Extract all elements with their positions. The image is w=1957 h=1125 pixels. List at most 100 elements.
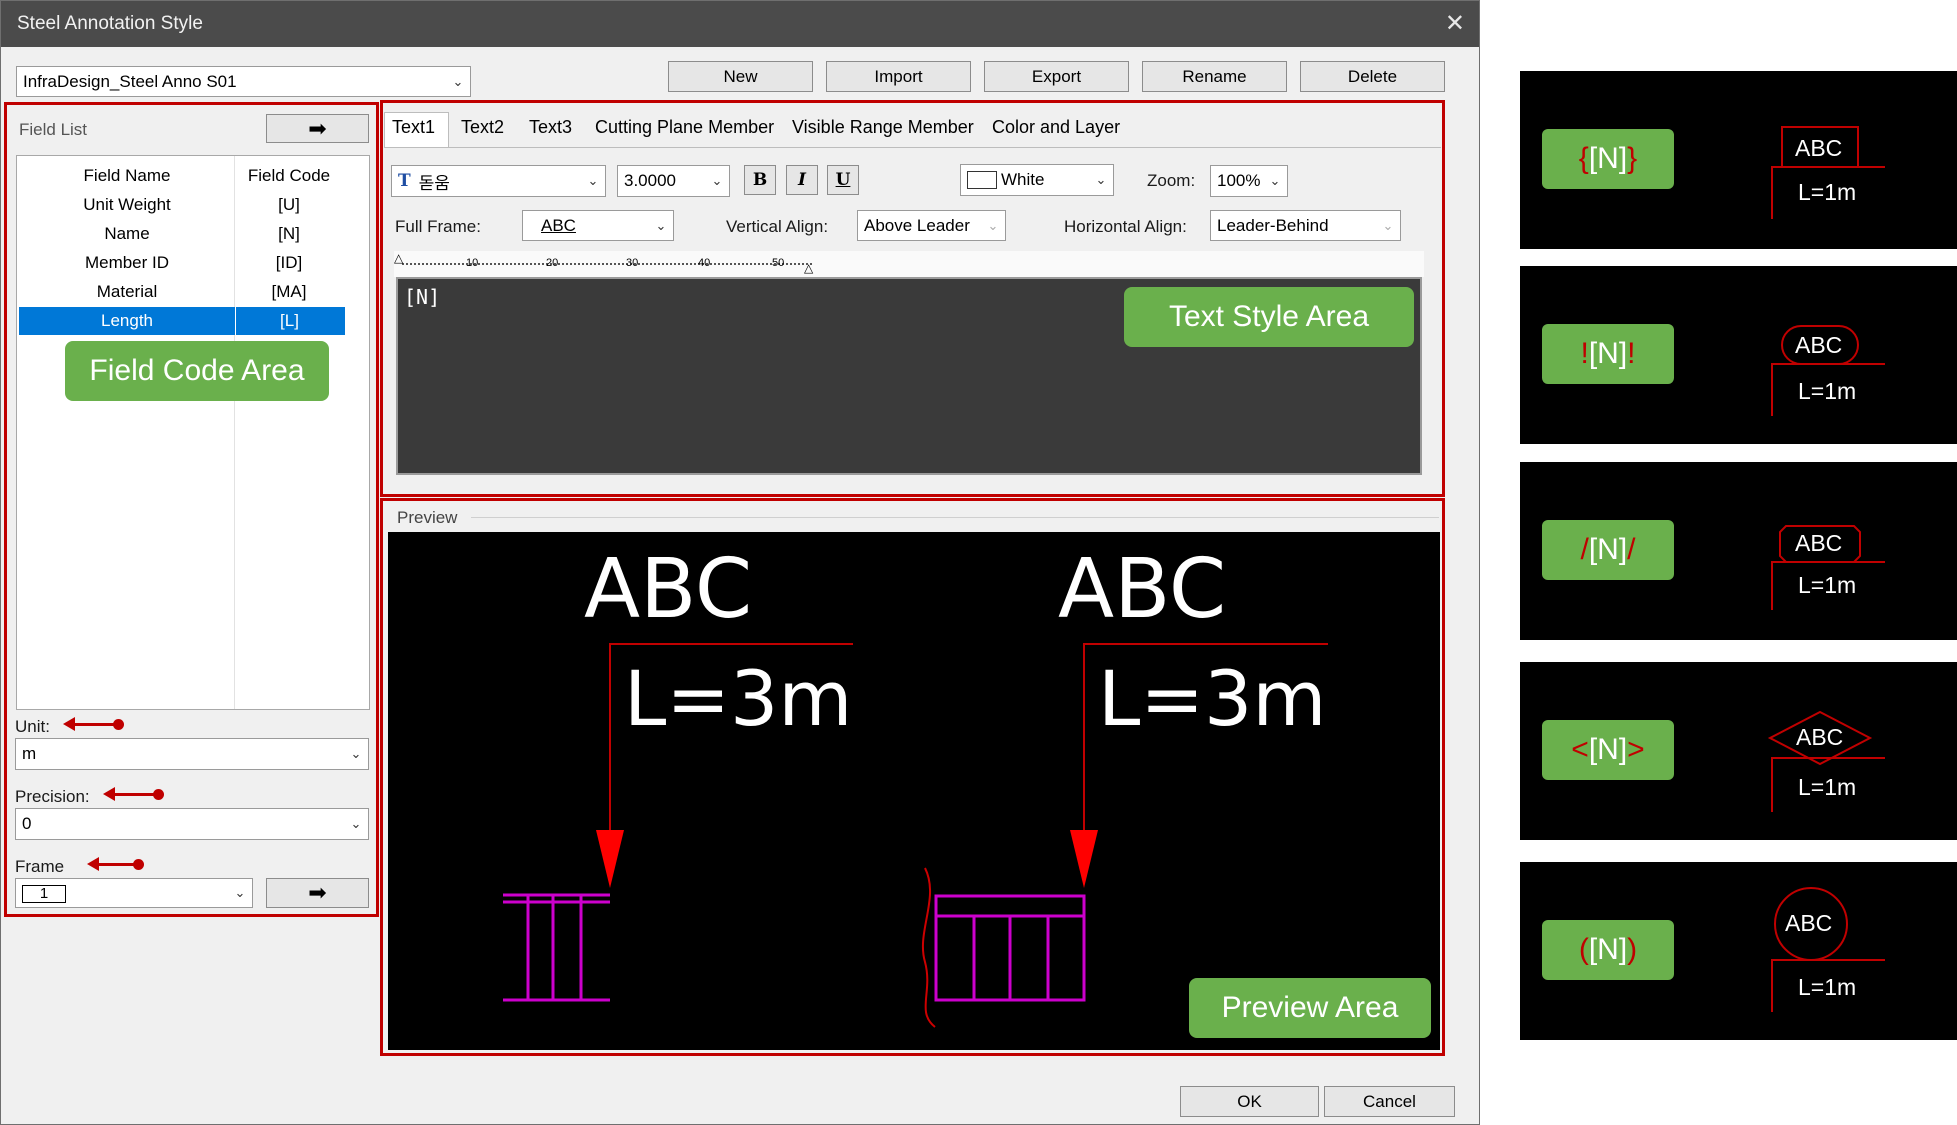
field-code-cell: [MA] [271,282,307,301]
ruler-mark: 10 [466,257,479,269]
grating-section [934,894,1086,1002]
frame-select[interactable]: 1 ⌄ [15,878,253,908]
ruler-right-marker[interactable]: △ [804,261,813,275]
chevron-down-icon: ⌄ [587,173,599,188]
field-list-header: Field Name Field Code [19,162,345,190]
ruler-mark: 50 [772,257,785,269]
sample-frame-diamond-drawing [1767,710,1885,812]
field-code-area-callout: Field Code Area [65,341,329,401]
preview-left-bottom: L=3m [624,654,853,743]
truetype-font-icon: T [398,171,411,191]
ruler[interactable]: △ 10 20 30 40 50 △ [394,251,1424,277]
field-name-cell: Name [104,224,150,243]
leader-arrowhead-right [1070,830,1098,888]
unit-value: m [22,744,37,763]
font-select[interactable]: T 돋움 ⌄ [391,165,606,197]
title-bar: Steel Annotation Style ✕ [1,1,1479,47]
cancel-button[interactable]: Cancel [1324,1086,1455,1117]
precision-pointer-arrow [103,787,164,801]
tab-color-and-layer[interactable]: Color and Layer [992,117,1120,138]
horizontal-align-select[interactable]: Leader-Behind ⌄ [1210,210,1401,241]
text-style-area-callout: Text Style Area [1124,287,1414,347]
tab-text3[interactable]: Text3 [529,117,572,138]
text-size-select[interactable]: 3.0000 ⌄ [617,165,730,197]
rename-button[interactable]: Rename [1142,61,1287,92]
frame-label: Frame [15,857,65,876]
field-code-cell: [U] [278,195,300,214]
frame-apply-arrow-button[interactable]: ➡ [266,878,369,908]
italic-button[interactable]: I [786,165,818,195]
sample-top-text: ABC [1795,332,1843,358]
color-select[interactable]: White ⌄ [960,164,1114,196]
arrow-right-icon: ➡ [308,880,327,905]
frame-sample-rectangle: {[N]} ABC L=1m [1520,71,1957,249]
close-icon[interactable]: ✕ [1445,9,1465,38]
zoom-select[interactable]: 100% ⌄ [1210,165,1288,197]
tab-divider [384,147,1441,148]
chevron-down-icon: ⌄ [350,816,362,831]
vertical-align-label: Vertical Align: [726,217,829,236]
horizontal-align-label: Horizontal Align: [1064,217,1187,236]
steel-annotation-dialog: Steel Annotation Style ✕ InfraDesign_Ste… [0,0,1480,1125]
sample-bottom-text: L=1m [1798,774,1857,800]
ruler-mark: 30 [626,257,639,269]
precision-select[interactable]: 0 ⌄ [15,808,369,840]
delete-button[interactable]: Delete [1300,61,1445,92]
table-row-selected[interactable]: Length [L] [19,307,345,335]
table-row[interactable]: Unit Weight [U] [19,191,345,219]
ok-button[interactable]: OK [1180,1086,1319,1117]
table-row[interactable]: Material [MA] [19,278,345,306]
arrow-right-icon: ➡ [308,115,327,141]
unit-select[interactable]: m ⌄ [15,738,369,770]
color-value: White [1001,170,1045,189]
preview-right-top: ABC [1058,542,1227,637]
table-row[interactable]: Member ID [ID] [19,249,345,277]
i-beam-section [503,893,610,1002]
field-code-cell: [L] [235,307,343,335]
tab-cutting-plane-member[interactable]: Cutting Plane Member [595,117,774,138]
tab-text2[interactable]: Text2 [461,117,504,138]
frame-pointer-arrow [87,857,144,871]
leader-arrowhead-left [596,830,624,888]
tab-visible-range-member[interactable]: Visible Range Member [792,117,974,138]
precision-value: 0 [22,814,32,833]
sample-frame-chamfered-drawing [1771,525,1885,610]
field-list-table[interactable]: Field Name Field Code Unit Weight [U] Na… [16,155,370,710]
frame-sample-rounded: ! [N]! ABC L=1m [1520,266,1957,444]
import-button[interactable]: Import [826,61,971,92]
sample-bottom-text: L=1m [1798,179,1857,205]
vertical-align-select[interactable]: Above Leader ⌄ [857,210,1006,241]
horizontal-align-value: Leader-Behind [1217,215,1329,235]
editor-text: [N] [404,285,441,309]
chevron-down-icon: ⌄ [452,73,464,89]
sample-top-text: ABC [1795,530,1843,556]
sample-frame-circle-drawing [1771,887,1885,1012]
underline-button[interactable]: U [827,165,859,195]
tab-text1[interactable]: Text1 [392,117,435,138]
ruler-mark: 20 [546,257,559,269]
bold-button[interactable]: B [744,165,776,195]
frame-value: 1 [22,885,66,903]
chevron-down-icon: ⌄ [1269,173,1281,188]
new-button[interactable]: New [668,61,813,92]
sample-frame-rounded-drawing [1771,325,1885,416]
table-row[interactable]: Name [N] [19,220,345,248]
ruler-indent-marker[interactable]: △ [394,251,403,265]
preview-canvas: ABC L=3m ABC L=3m [388,532,1440,1050]
header-field-name: Field Name [83,166,171,185]
style-selector-value: InfraDesign_Steel Anno S01 [23,71,237,91]
field-name-cell: Unit Weight [83,195,171,214]
field-code-cell: [ID] [275,253,303,272]
frame-sample-diamond: < [N] > ABC L=1m [1520,662,1957,840]
field-name-cell: Material [96,282,158,301]
field-add-arrow-button[interactable]: ➡ [266,114,369,143]
full-frame-label: Full Frame: [395,217,481,236]
chevron-down-icon: ⌄ [711,173,723,188]
header-field-code: Field Code [247,166,331,185]
export-button[interactable]: Export [984,61,1129,92]
full-frame-select[interactable]: ABC ⌄ [522,210,674,241]
style-selector[interactable]: InfraDesign_Steel Anno S01 ⌄ [16,66,471,97]
chevron-down-icon: ⌄ [1382,217,1394,233]
zoom-value: 100% [1217,171,1261,190]
preview-area-callout: Preview Area [1189,978,1431,1038]
